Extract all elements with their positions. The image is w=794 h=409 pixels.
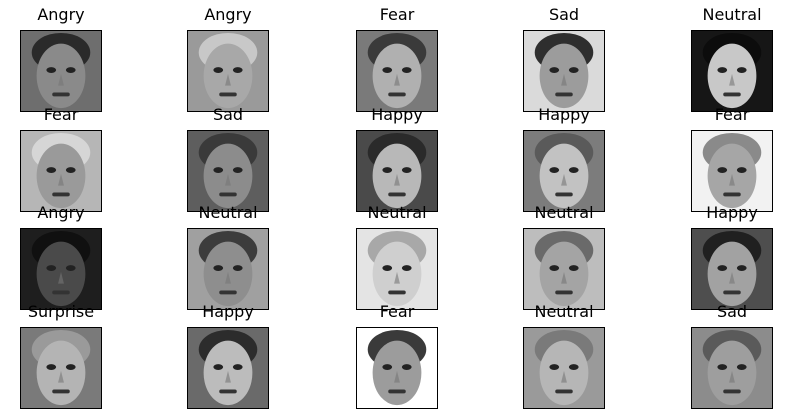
- face-tile: Happy: [356, 105, 438, 212]
- emotion-label: Sad: [212, 105, 244, 124]
- face-tile: Neutral: [356, 203, 438, 310]
- face-tile: Sad: [523, 5, 605, 112]
- face-image: [356, 130, 438, 212]
- emotion-label: Neutral: [198, 203, 258, 222]
- face-image: [20, 228, 102, 310]
- face-tile: Sad: [187, 105, 269, 212]
- emotion-label: Surprise: [27, 302, 95, 321]
- face-tile: Fear: [20, 105, 102, 212]
- face-image: [691, 130, 773, 212]
- face-image: [187, 327, 269, 409]
- face-image: [356, 228, 438, 310]
- face-tile: Fear: [356, 302, 438, 409]
- face-image: [187, 228, 269, 310]
- emotion-label: Fear: [43, 105, 79, 124]
- face-tile: Angry: [20, 203, 102, 310]
- face-tile: Angry: [187, 5, 269, 112]
- face-image: [187, 130, 269, 212]
- emotion-label: Happy: [706, 203, 758, 222]
- face-image: [356, 30, 438, 112]
- face-image: [20, 30, 102, 112]
- face-image: [691, 30, 773, 112]
- face-tile: Fear: [691, 105, 773, 212]
- emotion-label: Neutral: [702, 5, 762, 24]
- face-tile: Happy: [691, 203, 773, 310]
- face-image: [523, 30, 605, 112]
- face-image: [691, 327, 773, 409]
- emotion-label: Angry: [37, 203, 85, 222]
- emotion-label: Neutral: [534, 302, 594, 321]
- face-tile: Neutral: [691, 5, 773, 112]
- face-image: [20, 327, 102, 409]
- face-tile: Neutral: [187, 203, 269, 310]
- emotion-label: Fear: [714, 105, 750, 124]
- emotion-label: Fear: [379, 302, 415, 321]
- emotion-label: Neutral: [367, 203, 427, 222]
- face-image: [523, 130, 605, 212]
- emotion-label: Neutral: [534, 203, 594, 222]
- face-image: [523, 228, 605, 310]
- face-tile: Fear: [356, 5, 438, 112]
- face-tile: Neutral: [523, 302, 605, 409]
- emotion-label: Sad: [548, 5, 580, 24]
- emotion-label: Happy: [371, 105, 423, 124]
- face-tile: Happy: [523, 105, 605, 212]
- emotion-label: Angry: [204, 5, 252, 24]
- face-image: [691, 228, 773, 310]
- face-image: [523, 327, 605, 409]
- emotion-label: Fear: [379, 5, 415, 24]
- emotion-label: Happy: [538, 105, 590, 124]
- face-image: [20, 130, 102, 212]
- emotion-face-grid: Angry Angry Fear Sad Neutral Fear Sad Happy Happ…: [0, 0, 794, 409]
- face-image: [356, 327, 438, 409]
- emotion-label: Sad: [716, 302, 748, 321]
- emotion-label: Happy: [202, 302, 254, 321]
- emotion-label: Angry: [37, 5, 85, 24]
- face-image: [187, 30, 269, 112]
- face-tile: Neutral: [523, 203, 605, 310]
- face-tile: Sad: [691, 302, 773, 409]
- face-tile: Happy: [187, 302, 269, 409]
- face-tile: Surprise: [20, 302, 102, 409]
- face-tile: Angry: [20, 5, 102, 112]
